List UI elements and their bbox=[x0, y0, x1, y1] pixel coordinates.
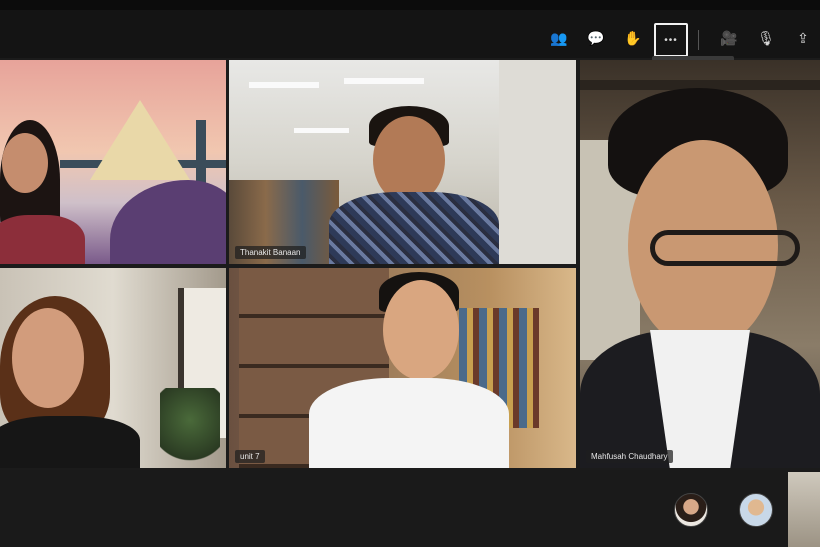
glasses bbox=[650, 230, 800, 266]
video-tile-2[interactable]: Thanakit Banaan bbox=[229, 60, 576, 264]
participant-name: unit 7 bbox=[235, 450, 265, 463]
participant-figure bbox=[0, 288, 150, 468]
video-tile-4[interactable] bbox=[0, 268, 226, 468]
participant-figure bbox=[289, 268, 509, 468]
participant-avatar[interactable] bbox=[674, 493, 708, 527]
participant-name: Thanakit Banaan bbox=[235, 246, 306, 259]
ceiling-light bbox=[249, 82, 319, 88]
video-tile-1[interactable] bbox=[0, 60, 226, 264]
people-icon[interactable]: 👥 bbox=[544, 24, 574, 52]
ceiling-light bbox=[344, 78, 424, 84]
chat-icon[interactable]: 💬 bbox=[581, 24, 611, 52]
video-tile-3[interactable]: Mahfusah Chaudhary bbox=[580, 60, 820, 468]
participant-name: Mahfusah Chaudhary bbox=[586, 450, 673, 463]
camera-icon[interactable]: 🎥 bbox=[714, 24, 744, 52]
self-preview[interactable] bbox=[788, 472, 820, 547]
participant-figure bbox=[0, 115, 100, 264]
wall-panel bbox=[499, 60, 576, 264]
hill-shape bbox=[110, 180, 226, 264]
toolbar-divider bbox=[698, 30, 699, 50]
more-actions-button[interactable]: ••• bbox=[654, 23, 688, 57]
mountain-shape bbox=[90, 100, 190, 180]
share-screen-icon[interactable]: ⇪ bbox=[788, 24, 818, 52]
plant bbox=[160, 388, 220, 468]
participant-figure bbox=[329, 100, 509, 264]
reactions-icon[interactable]: ✋ bbox=[618, 24, 648, 52]
mic-off-icon[interactable]: 🎙 bbox=[751, 24, 781, 52]
video-tile-5[interactable]: unit 7 bbox=[229, 268, 576, 468]
meeting-toolbar: 👥 💬 ✋ ••• 🎥 🎙 ⇪ bbox=[0, 0, 820, 58]
participant-figure bbox=[580, 80, 820, 468]
participant-avatar[interactable] bbox=[739, 493, 773, 527]
